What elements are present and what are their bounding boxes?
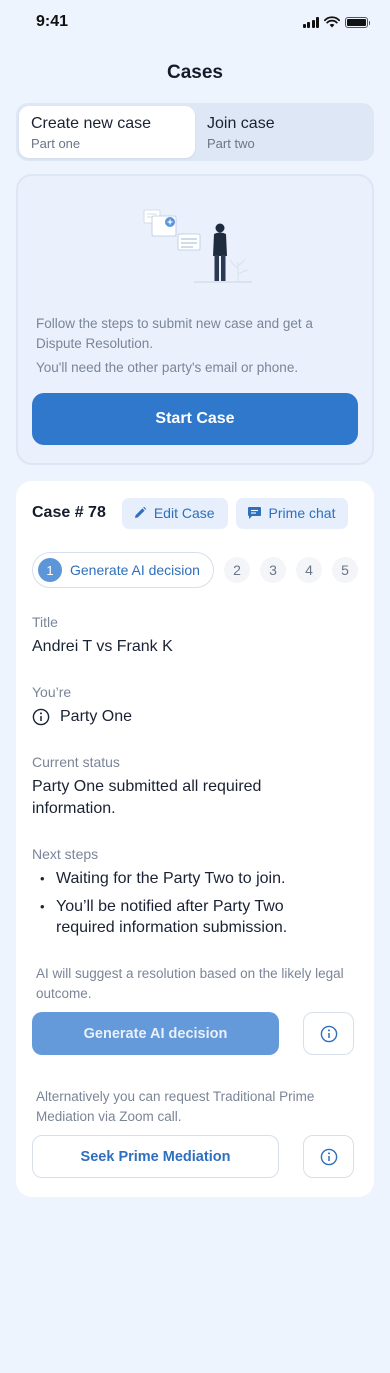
status-value: Party One submitted all required informa… [32, 778, 262, 817]
new-case-intro-card: Follow the steps to submit new case and … [16, 174, 374, 465]
start-case-button[interactable]: Start Case [32, 393, 358, 445]
next-steps-list: Waiting for the Party Two to join. You’l… [40, 868, 340, 945]
case-card: Case # 78 Edit Case Prime chat 1 Generat… [16, 481, 374, 1197]
role-value: Party One [60, 708, 133, 725]
intro-line-1: Follow the steps to submit new case and … [36, 316, 313, 351]
case-number: Case # 78 [32, 504, 106, 521]
case-header: Case # 78 Edit Case Prime chat [32, 497, 362, 529]
tab-create-sublabel: Part one [31, 136, 81, 151]
step-3[interactable]: 3 [259, 557, 286, 583]
generate-ai-decision-button[interactable]: Generate AI decision [32, 1012, 279, 1055]
step-2[interactable]: 2 [223, 557, 250, 583]
title-label: Title [32, 614, 58, 630]
info-icon [320, 1148, 337, 1165]
wifi-icon [324, 16, 340, 28]
chat-bubble-icon [247, 507, 261, 519]
status-time: 9:41 [36, 13, 69, 30]
step-number-1: 1 [38, 558, 62, 582]
case-steps: 1 Generate AI decision 2 3 4 5 [32, 552, 358, 588]
cellular-signal-icon [302, 16, 319, 28]
info-icon [32, 708, 50, 726]
tab-create-label: Create new case [31, 115, 152, 132]
info-icon [320, 1025, 337, 1042]
edit-case-button[interactable]: Edit Case [121, 497, 228, 529]
step-1-label: Generate AI decision [70, 562, 200, 578]
edit-case-label: Edit Case [153, 505, 215, 521]
mediation-info-button[interactable] [303, 1135, 354, 1178]
intro-line-2: You'll need the other party's email or p… [36, 360, 299, 375]
title-value: Andrei T vs Frank K [32, 638, 173, 655]
tab-join-sublabel: Part two [207, 136, 255, 151]
role-value-row: Party One [32, 706, 132, 728]
role-label: You’re [32, 684, 72, 700]
status-bar: 9:41 [0, 0, 390, 44]
intro-description: Follow the steps to submit new case and … [36, 314, 356, 378]
battery-icon [345, 16, 370, 28]
status-icons [302, 16, 370, 28]
case-mode-segmented-control: Create new case Part one Join case Part … [16, 103, 374, 161]
prime-chat-button[interactable]: Prime chat [235, 497, 349, 529]
tab-join-label: Join case [207, 115, 275, 132]
next-steps-label: Next steps [32, 846, 99, 862]
step-5[interactable]: 5 [331, 557, 358, 583]
page-title: Cases [167, 62, 223, 83]
step-1-generate-ai-decision[interactable]: 1 Generate AI decision [32, 552, 214, 588]
tab-join-case[interactable]: Join case Part two [195, 106, 371, 158]
pencil-icon [134, 506, 147, 518]
next-step-item: You’ll be notified after Party Two requi… [40, 896, 340, 938]
ai-decision-hint: AI will suggest a resolution based on th… [36, 966, 344, 1001]
ai-decision-info-button[interactable] [303, 1012, 354, 1055]
prime-chat-label: Prime chat [268, 505, 336, 521]
mediation-hint: Alternatively you can request Traditiona… [36, 1089, 315, 1124]
next-step-item: Waiting for the Party Two to join. [40, 868, 340, 889]
status-label: Current status [32, 754, 120, 770]
seek-prime-mediation-button[interactable]: Seek Prime Mediation [32, 1135, 279, 1178]
step-4[interactable]: 4 [295, 557, 322, 583]
tab-create-new-case[interactable]: Create new case Part one [19, 106, 195, 158]
documents-person-illustration [143, 209, 252, 283]
